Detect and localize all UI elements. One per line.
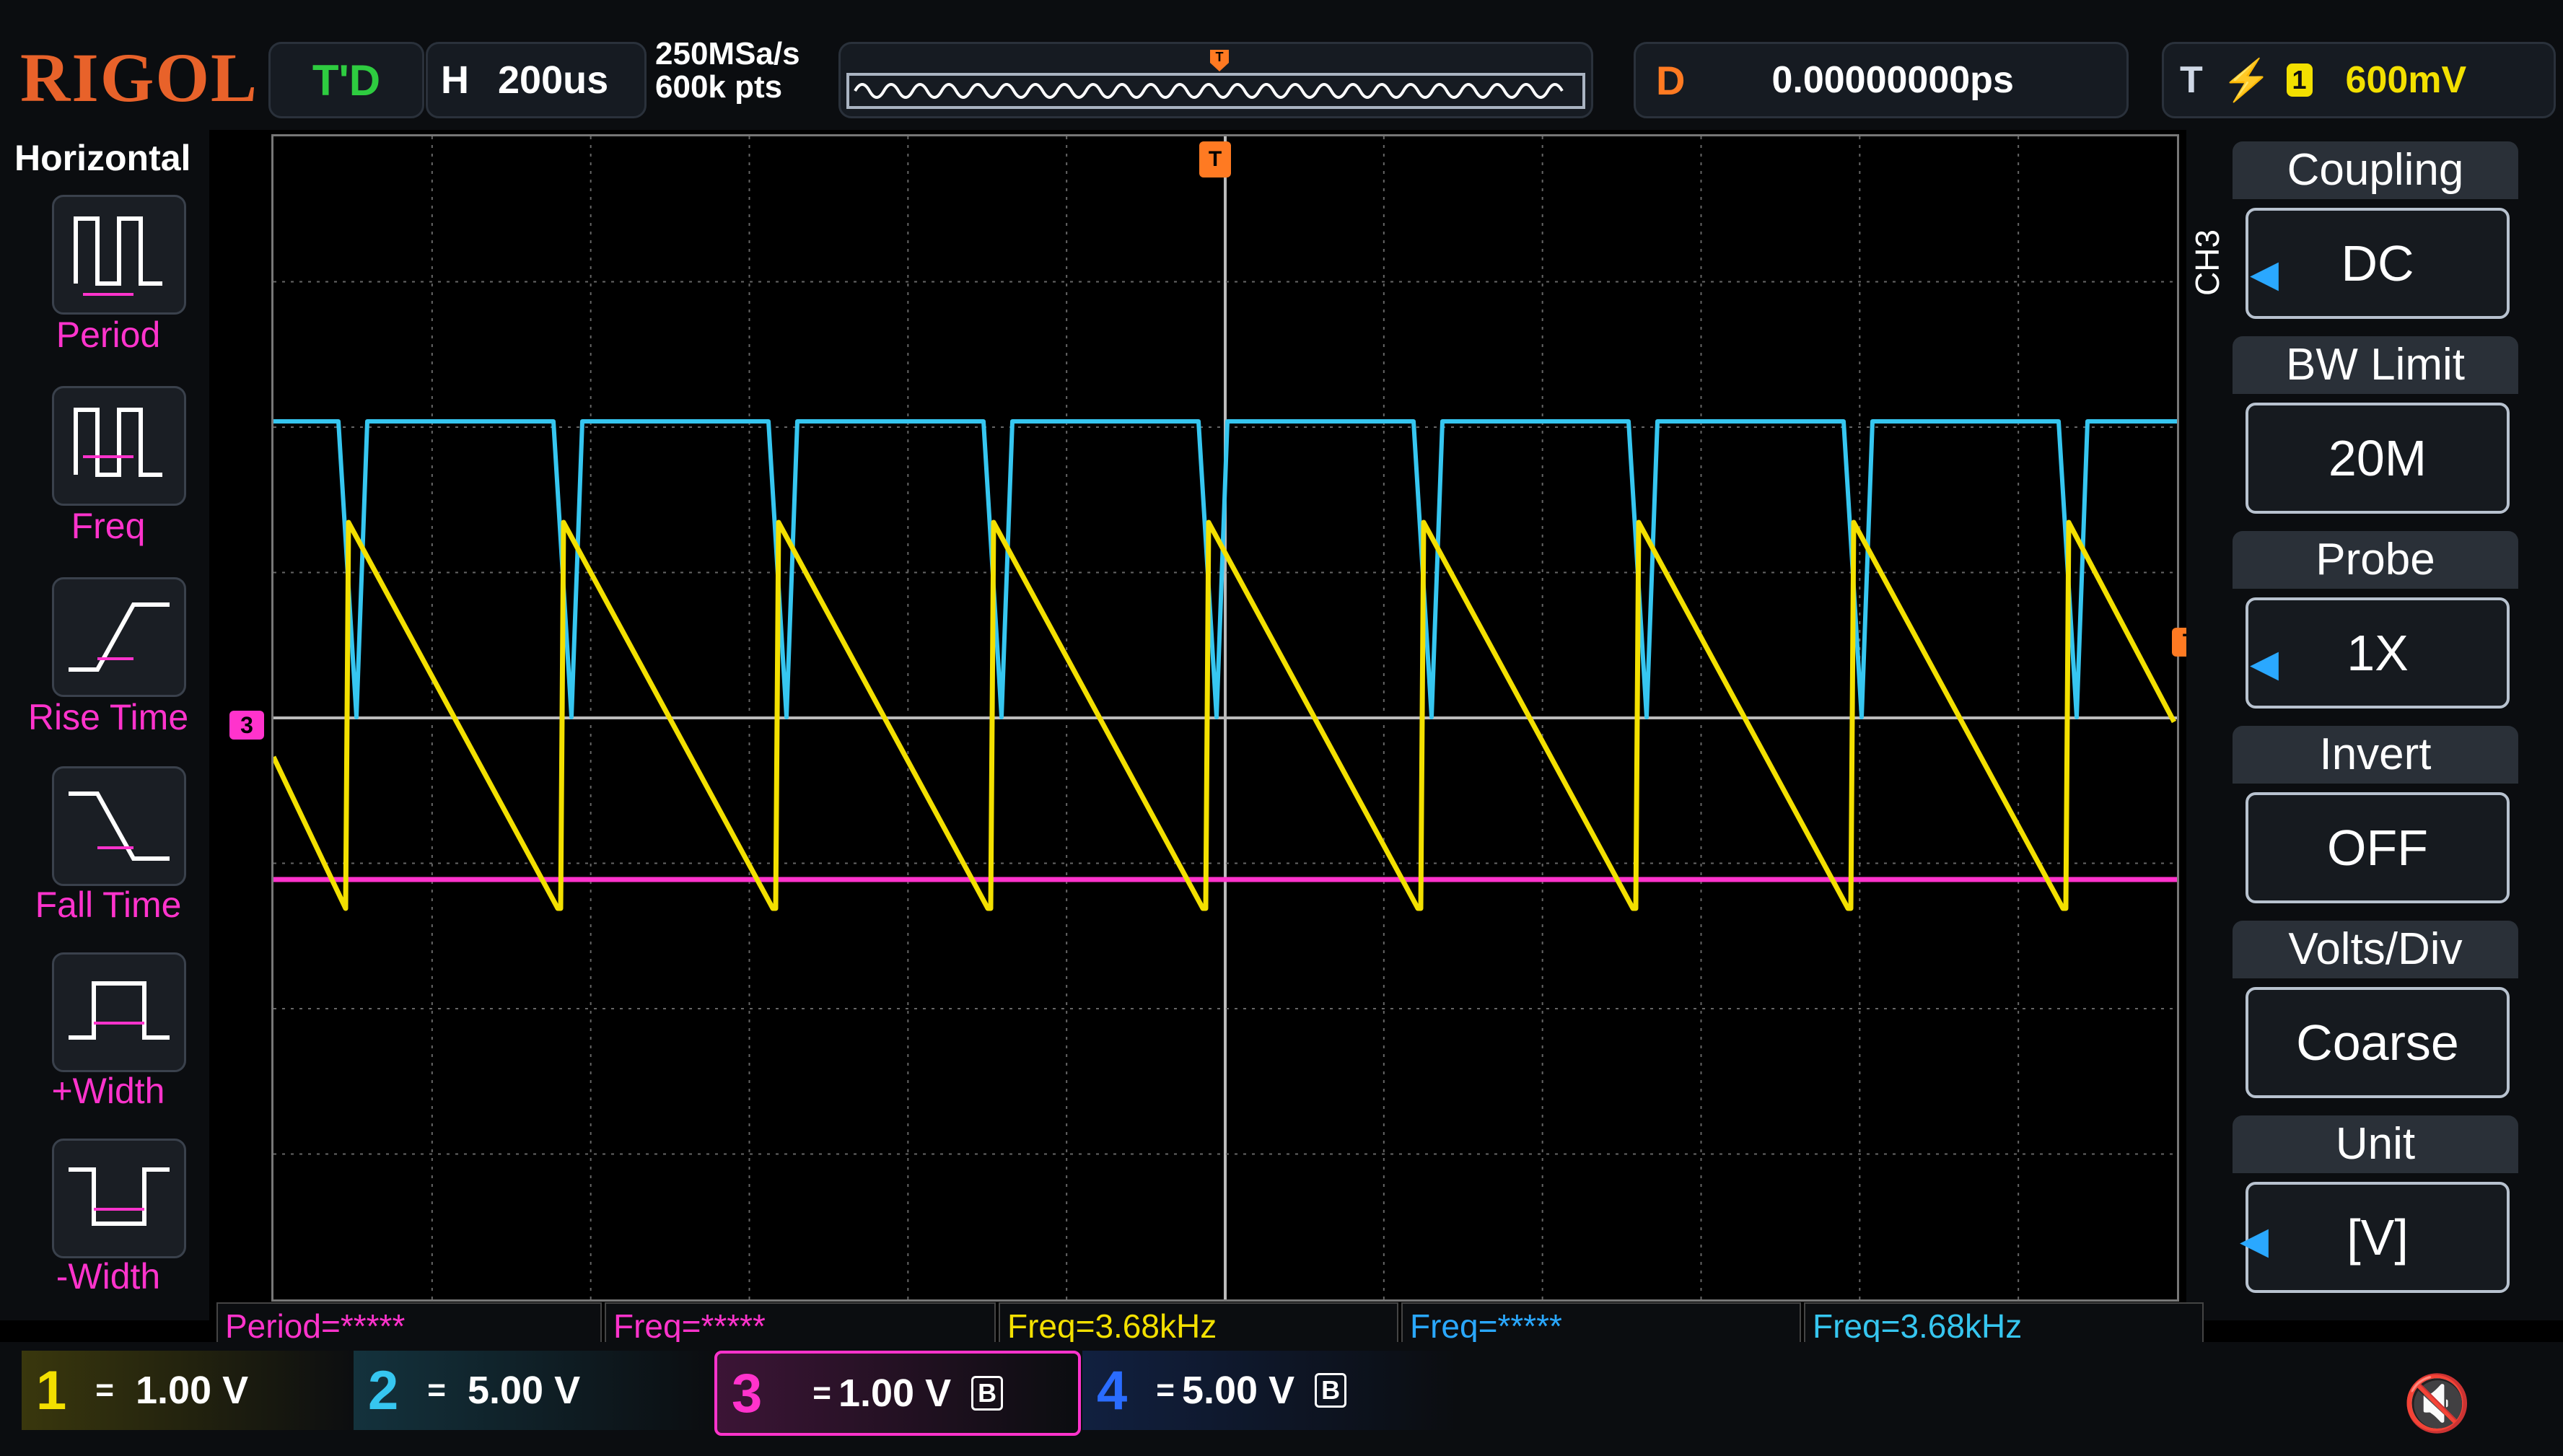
negative-width-button[interactable] bbox=[52, 1139, 186, 1258]
channel-3-coupling: = bbox=[812, 1375, 831, 1411]
period-icon bbox=[74, 216, 162, 296]
menu-title: Horizontal bbox=[14, 138, 191, 178]
acquisition-info: 250MSa/s 600k pts bbox=[655, 38, 800, 104]
unit-selector-arrow-icon: ◀ bbox=[2240, 1220, 2269, 1262]
ch3-offset-marker[interactable]: 3 bbox=[229, 711, 264, 740]
bw-limit-header: BW Limit bbox=[2233, 336, 2518, 394]
channel-3-number: 3 bbox=[732, 1362, 763, 1424]
channel-1-coupling: = bbox=[95, 1372, 114, 1408]
coupling-value: DC bbox=[2246, 208, 2510, 319]
measurement-3-text: Freq=3.68kHz bbox=[1007, 1307, 1217, 1345]
trigger-source-badge: 1 bbox=[2286, 63, 2313, 97]
positive-width-button[interactable] bbox=[52, 952, 186, 1072]
fall-time-button[interactable] bbox=[52, 766, 186, 886]
unit-value: [V] bbox=[2246, 1182, 2510, 1293]
channel-1-status[interactable]: 1 = 1.00 V bbox=[22, 1351, 361, 1430]
measurement-5-text: Freq=3.68kHz bbox=[1813, 1307, 2023, 1345]
channel-3-scale: 1.00 V bbox=[838, 1372, 952, 1415]
rigol-logo: RIGOL bbox=[20, 39, 259, 116]
channel-2-status[interactable]: 2 = 5.00 V bbox=[354, 1351, 714, 1430]
negative-width-label: -Width bbox=[56, 1256, 161, 1297]
channel-3-status[interactable]: 3 = 1.00 V B bbox=[714, 1351, 1081, 1436]
channel-1-number: 1 bbox=[36, 1359, 67, 1421]
period-label: Period bbox=[56, 315, 161, 355]
unit-button[interactable]: Unit [V] bbox=[2233, 1115, 2518, 1296]
channel-tag: CH3 bbox=[2189, 229, 2226, 296]
delay-value: 0.00000000ps bbox=[1771, 59, 2014, 101]
probe-header: Probe bbox=[2233, 531, 2518, 589]
rise-time-label: Rise Time bbox=[27, 697, 189, 737]
invert-header: Invert bbox=[2233, 726, 2518, 784]
channel-2-coupling: = bbox=[427, 1372, 446, 1408]
measurement-1-text: Period=***** bbox=[225, 1307, 406, 1345]
timebase-value: 200us bbox=[498, 58, 609, 102]
unit-header: Unit bbox=[2233, 1115, 2518, 1173]
sample-rate: 250MSa/s bbox=[655, 36, 800, 71]
probe-value: 1X bbox=[2246, 597, 2510, 709]
rise-time-icon bbox=[69, 602, 170, 672]
timebase-label: H bbox=[441, 58, 469, 102]
bw-limit-value: 20M bbox=[2246, 403, 2510, 514]
channel-4-status[interactable]: 4 = 5.00 V B bbox=[1082, 1351, 1458, 1430]
trigger-level: 600mV bbox=[2345, 59, 2467, 101]
freq-button[interactable] bbox=[52, 386, 186, 506]
delay-label: D bbox=[1656, 57, 1686, 103]
delay-display[interactable]: D 0.00000000ps bbox=[1634, 42, 2129, 118]
coupling-selector-arrow-icon: ◀ bbox=[2250, 253, 2279, 295]
measurement-4-text: Freq=***** bbox=[1410, 1307, 1562, 1345]
fall-time-label: Fall Time bbox=[35, 885, 182, 925]
volts-div-header: Volts/Div bbox=[2233, 921, 2518, 978]
fall-time-icon bbox=[69, 791, 170, 861]
freq-label: Freq bbox=[71, 506, 146, 546]
measurement-2-text: Freq=***** bbox=[613, 1307, 766, 1345]
waveform-display[interactable] bbox=[271, 134, 2179, 1302]
trigger-display[interactable]: T ⚡ 1 600mV bbox=[2162, 42, 2556, 118]
trigger-time-marker[interactable]: T bbox=[1199, 141, 1231, 177]
probe-selector-arrow-icon: ◀ bbox=[2250, 643, 2279, 685]
rise-time-button[interactable] bbox=[52, 577, 186, 697]
channel-3-bw-limit-badge: B bbox=[971, 1376, 1004, 1411]
volts-div-value: Coarse bbox=[2246, 987, 2510, 1098]
trigger-label: T bbox=[2180, 59, 2203, 101]
rising-edge-icon: ⚡ bbox=[2221, 57, 2272, 102]
negative-width-icon bbox=[69, 1167, 170, 1226]
sound-muted-icon[interactable]: 🔇 bbox=[2403, 1371, 2471, 1436]
channel-1-scale: 1.00 V bbox=[135, 1369, 249, 1412]
memory-waveform-preview: T bbox=[846, 50, 1585, 109]
period-button[interactable] bbox=[52, 195, 186, 315]
positive-width-label: +Width bbox=[51, 1071, 165, 1111]
volts-div-button[interactable]: Volts/Div Coarse bbox=[2233, 921, 2518, 1101]
positive-width-icon bbox=[69, 981, 170, 1040]
invert-button[interactable]: Invert OFF bbox=[2233, 726, 2518, 906]
svg-text:T: T bbox=[1216, 50, 1224, 64]
frequency-icon bbox=[74, 408, 162, 477]
bw-limit-button[interactable]: BW Limit 20M bbox=[2233, 336, 2518, 517]
channel-4-scale: 5.00 V bbox=[1181, 1369, 1295, 1412]
channel-4-coupling: = bbox=[1156, 1372, 1175, 1408]
coupling-header: Coupling bbox=[2233, 141, 2518, 199]
channel-2-scale: 5.00 V bbox=[467, 1369, 581, 1412]
run-state-indicator[interactable]: T'D bbox=[268, 42, 424, 118]
waveform-canvas bbox=[271, 136, 2177, 1299]
channel-4-bw-limit-badge: B bbox=[1315, 1373, 1347, 1408]
memory-depth: 600k pts bbox=[655, 69, 783, 105]
channel-2-number: 2 bbox=[368, 1359, 399, 1421]
timebase-display[interactable]: H 200us bbox=[426, 42, 647, 118]
memory-overview[interactable]: T bbox=[838, 42, 1593, 118]
channel-4-number: 4 bbox=[1097, 1359, 1128, 1421]
invert-value: OFF bbox=[2246, 792, 2510, 903]
